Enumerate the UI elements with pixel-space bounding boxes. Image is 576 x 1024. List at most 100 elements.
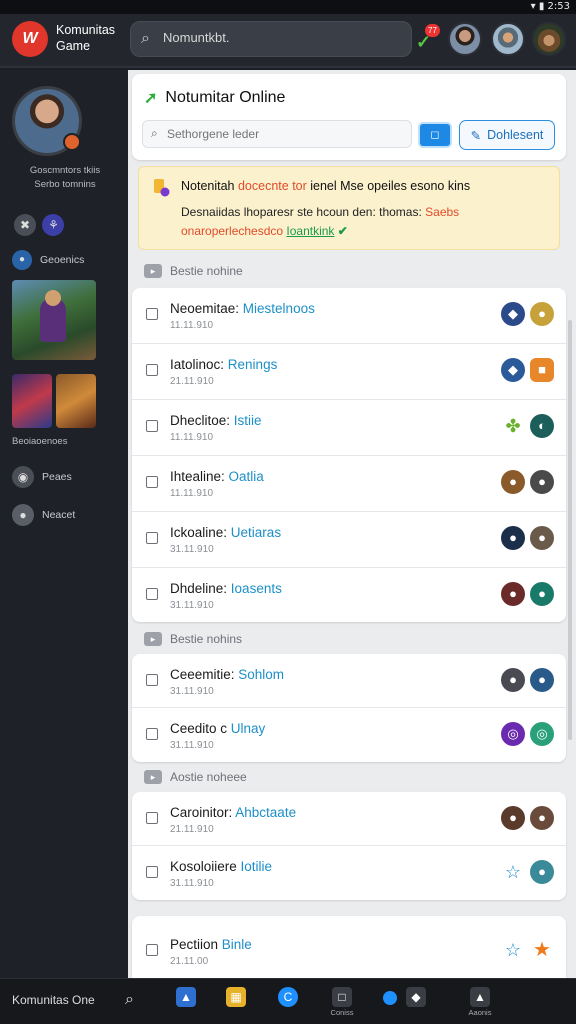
nav-community[interactable]: C [272, 987, 304, 1019]
banner-highlight: docecnte tor [237, 179, 307, 193]
nav-chat[interactable]: □ Coniss [326, 987, 358, 1019]
warning-icon [151, 177, 170, 197]
list-item[interactable]: Ihtealine: Oatlia 11.11.910 ● ● [132, 456, 566, 512]
character-avatar-icon[interactable]: ● [530, 302, 554, 326]
banner-text: ienel Mse opeiles esono kins [306, 179, 471, 193]
game-app-icon[interactable]: ■ [530, 358, 554, 382]
banner-link[interactable]: Ioantkink [286, 224, 334, 238]
app-logo[interactable]: W [12, 21, 48, 57]
row-checkbox[interactable] [146, 364, 158, 376]
list-item[interactable]: Ickoaline: Uetiaras 31.11.910 ● ● [132, 512, 566, 568]
row-checkbox[interactable] [146, 420, 158, 432]
row-title: Ickoaline: Uetiaras [170, 525, 282, 540]
search-input[interactable] [163, 30, 403, 45]
row-date: 31.11.910 [170, 544, 214, 555]
row-checkbox[interactable] [146, 674, 158, 686]
character-avatar-icon[interactable]: ● [530, 860, 554, 884]
swirl-icon[interactable]: ◎ [501, 722, 525, 746]
profile-avatar[interactable] [12, 86, 82, 156]
group-label: ▸ Bestie nohine [144, 264, 243, 278]
row-title: Ihtealine: Oatlia [170, 469, 264, 484]
row-checkbox[interactable] [146, 532, 158, 544]
row-checkbox[interactable] [146, 476, 158, 488]
character-avatar-icon[interactable]: ● [501, 526, 525, 550]
sidebar-item-neacet[interactable]: ● Neacet [12, 504, 75, 526]
row-title: Dheclitoe: Istiie [170, 413, 262, 428]
view-toggle-button[interactable]: ◻ [418, 122, 452, 148]
character-avatar-icon[interactable]: ● [530, 526, 554, 550]
group-card: Ceeemitie: Sohlom 31.11.910 ● ● Ceedito … [132, 654, 566, 762]
banner-highlight: onaroperlechesdco [181, 224, 287, 238]
avatar-cowboy[interactable] [532, 22, 566, 56]
row-checkbox[interactable] [146, 728, 158, 740]
profile-caption: Goscmntors tkiis Serbo tomnins [10, 164, 120, 192]
calendar-icon: ▦ [226, 987, 246, 1007]
star-outline-icon[interactable]: ☆ [501, 860, 525, 884]
list-item[interactable]: Pectiion Binle 21.11.00 ☆ ★ [132, 924, 566, 978]
edit-icon: ✎ [470, 128, 482, 143]
swirl-icon[interactable]: ◎ [530, 722, 554, 746]
tools-icon[interactable]: ✖ [14, 214, 36, 236]
avatar-hooded-character[interactable] [491, 22, 525, 56]
people-icon: ◉ [12, 466, 34, 488]
nav-calendar[interactable]: ▦ [220, 987, 252, 1019]
row-checkbox[interactable] [146, 944, 158, 956]
list-item[interactable]: Neoemitae: Miestelnoos 11.11.910 ◆ ● [132, 288, 566, 344]
nav-shield[interactable]: ◆ [400, 987, 432, 1019]
character-avatar-icon[interactable]: ● [501, 582, 525, 606]
row-checkbox[interactable] [146, 812, 158, 824]
shield-icon: ◆ [406, 987, 426, 1007]
featured-game-art[interactable] [12, 280, 96, 360]
notification-button[interactable]: ✓ 77 [416, 24, 440, 54]
character-avatar-icon[interactable]: ● [501, 806, 525, 830]
row-checkbox[interactable] [146, 588, 158, 600]
nav-profile[interactable]: ▲ Aaonis [464, 987, 496, 1019]
game-art-warrior[interactable] [56, 374, 96, 428]
filter-input[interactable] [167, 127, 407, 141]
shield-game-icon[interactable]: ◆ [501, 302, 525, 326]
row-icons: ☆ ● [501, 860, 554, 884]
status-bar: ▾ ▮ 2:53 [0, 0, 576, 14]
scrollbar[interactable] [568, 320, 572, 740]
list-item[interactable]: Ceedito c Ulnay 31.11.910 ◎ ◎ [132, 708, 566, 762]
avatar-bearded-man[interactable] [448, 22, 482, 56]
star-filled-icon[interactable]: ★ [530, 938, 554, 962]
game-art-robot[interactable] [12, 374, 52, 428]
row-checkbox[interactable] [146, 308, 158, 320]
list-item[interactable]: Dheclitoe: Istiie 11.11.910 ✤ ◐ [132, 400, 566, 456]
primary-action-button[interactable]: ✎ Dohlesent [459, 120, 555, 150]
filter-field[interactable]: ⌕ [142, 120, 412, 148]
sidebar-item-geoenics[interactable]: ● Geoenics [12, 250, 84, 270]
search-icon[interactable]: ⌕ [125, 991, 134, 1009]
star-outline-icon[interactable]: ☆ [501, 938, 525, 962]
row-title: Ceedito c Ulnay [170, 721, 266, 736]
group-label-text: Bestie nohine [170, 264, 243, 278]
character-avatar-icon[interactable]: ● [501, 470, 525, 494]
character-avatar-icon[interactable]: ● [501, 668, 525, 692]
sidebar-item-peaes[interactable]: ◉ Peaes [12, 466, 72, 488]
banner-line-1: Notenitah docecnte tor ienel Mse opeiles… [181, 179, 470, 193]
row-checkbox[interactable] [146, 866, 158, 878]
nav-home[interactable]: ▲ [170, 987, 202, 1019]
character-avatar-icon[interactable]: ● [530, 806, 554, 830]
row-title: Caroinitor: Ahbctaate [170, 805, 297, 820]
game-section-caption: Beoiaoenoes [12, 436, 68, 447]
discord-icon[interactable]: ⚘ [42, 214, 65, 236]
character-avatar-icon[interactable]: ● [530, 470, 554, 494]
nav-caption: Aaonis [468, 1008, 492, 1017]
list-item[interactable]: Kosoloiiere Iotilie 31.11.910 ☆ ● [132, 846, 566, 900]
character-avatar-icon[interactable]: ● [530, 582, 554, 606]
list-item[interactable]: Dhdeline: Ioasents 31.11.910 ● ● [132, 568, 566, 624]
search-bar[interactable]: ⌕ [130, 21, 412, 57]
puzzle-icon[interactable]: ✤ [501, 414, 525, 438]
list-item[interactable]: Ceeemitie: Sohlom 31.11.910 ● ● [132, 654, 566, 708]
wifi-icon: ▾ [530, 1, 536, 12]
leaf-icon[interactable]: ◐ [530, 414, 554, 438]
shield-game-icon[interactable]: ◆ [501, 358, 525, 382]
bottom-navigation: Komunitas One ⌕ ▲ ▦ C □ Coniss ◆ ▲ Aaoni… [0, 978, 576, 1024]
row-title: Ceeemitie: Sohlom [170, 667, 285, 682]
page-title-text: Notumitar Online [165, 89, 286, 106]
character-avatar-icon[interactable]: ● [530, 668, 554, 692]
list-item[interactable]: Iatolinoc: Renings 21.11.910 ◆ ■ [132, 344, 566, 400]
list-item[interactable]: Caroinitor: Ahbctaate 21.11.910 ● ● [132, 792, 566, 846]
